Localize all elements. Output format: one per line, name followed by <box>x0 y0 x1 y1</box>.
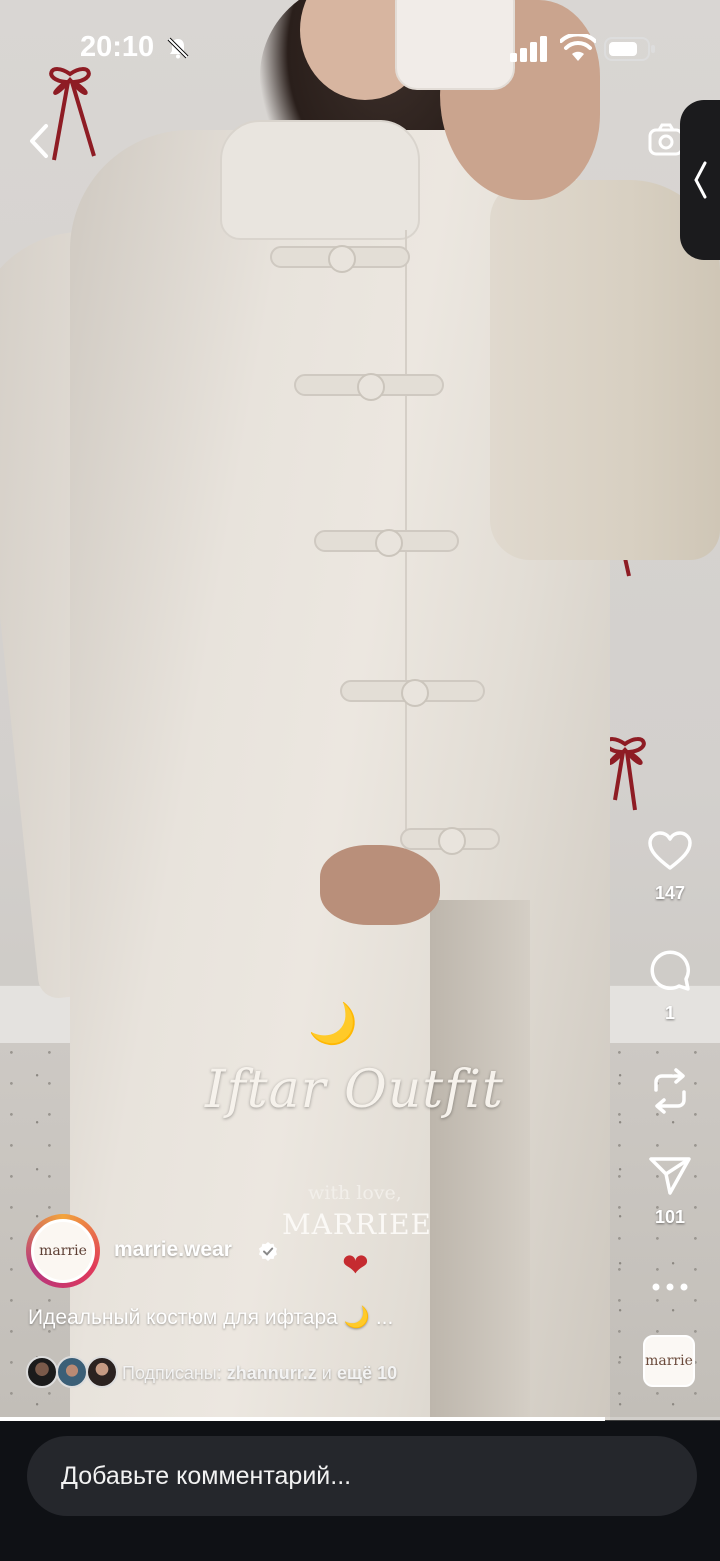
caption-more[interactable]: ... <box>376 1306 394 1329</box>
followed-by-text: Подписаны: zhannurr.z и ещё 10 <box>122 1363 397 1384</box>
paper-plane-icon <box>649 1157 691 1195</box>
frog-button <box>400 827 500 855</box>
audio-thumbnail[interactable]: marrie <box>643 1335 695 1387</box>
chevron-left-icon <box>694 161 707 199</box>
status-bar: 20:10 <box>0 0 720 96</box>
signal-icon <box>510 36 547 62</box>
repost-icon <box>654 1068 686 1114</box>
more-horizontal-icon[interactable] <box>646 1280 694 1294</box>
followed-connector: и <box>321 1363 332 1383</box>
followed-name[interactable]: zhannurr.z <box>227 1363 317 1383</box>
caption[interactable]: Идеальный костюм для ифтара 🌙... <box>28 1306 393 1330</box>
comment-input[interactable] <box>27 1436 697 1516</box>
frog-button <box>340 679 485 707</box>
followed-others[interactable]: ещё 10 <box>337 1363 397 1383</box>
fingers <box>320 845 440 925</box>
share-count: 101 <box>654 1207 686 1227</box>
back-button[interactable] <box>24 120 56 162</box>
like-count: 147 <box>654 883 686 903</box>
heart-outline-icon <box>648 831 692 870</box>
avatar[interactable]: marrie <box>31 1219 95 1283</box>
battery-icon <box>604 37 655 61</box>
frog-button <box>294 373 444 401</box>
follower-avatar <box>56 1356 88 1388</box>
comment-button[interactable]: 1 <box>630 948 710 1024</box>
overlay-brand: MARRIEE <box>282 1208 432 1241</box>
overlay-subtitle: with love, <box>308 1182 402 1204</box>
comment-bar <box>0 1421 720 1561</box>
follower-avatar <box>26 1356 58 1388</box>
followed-prefix: Подписаны: <box>122 1363 222 1383</box>
speech-bubble-icon <box>650 950 690 991</box>
mandarin-collar <box>220 120 420 240</box>
side-panel-tab[interactable] <box>680 100 720 260</box>
caption-text: Идеальный костюм для ифтара 🌙 <box>28 1306 370 1329</box>
moon-graphic: 🌙 <box>308 1002 358 1046</box>
status-time: 20:10 <box>80 31 155 63</box>
wifi-icon <box>560 34 596 61</box>
comment-count: 1 <box>664 1003 675 1023</box>
repost-button[interactable] <box>630 1066 710 1121</box>
overlay-script-title: Iftar Outfit <box>205 1060 504 1120</box>
username[interactable]: marrie.wear <box>114 1238 232 1262</box>
robe-slit <box>430 900 530 1420</box>
like-button[interactable]: 147 <box>630 830 710 904</box>
share-button[interactable]: 101 <box>630 1154 710 1228</box>
follower-avatar <box>86 1356 118 1388</box>
bell-off-icon <box>167 37 189 59</box>
heart-graphic: ❤ <box>342 1247 369 1283</box>
reel-video[interactable]: 🌙 Iftar Outfit with love, MARRIEE ❤ <box>0 0 720 1420</box>
frog-button <box>270 245 410 273</box>
story-ring[interactable]: marrie <box>26 1214 100 1288</box>
verified-badge-icon <box>259 1242 277 1261</box>
frog-button <box>314 529 459 557</box>
camera-icon[interactable] <box>648 122 684 158</box>
